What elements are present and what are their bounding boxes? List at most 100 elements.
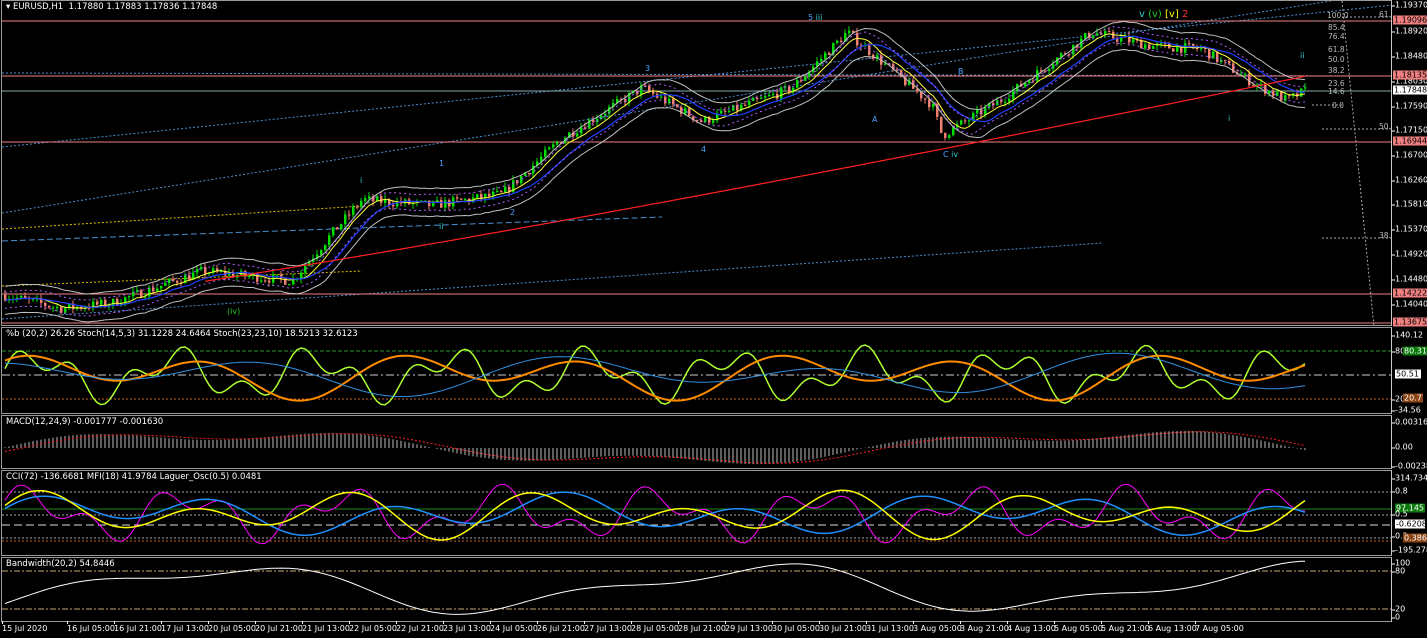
candle-body [332,227,335,236]
cci-panel[interactable]: CCI(72) -136.6681 MFI(18) 41.9784 Laguer… [1,470,1392,556]
bw-tick: 0 [1391,612,1401,622]
candle-body [300,272,303,279]
time-label: 26 Jul 21:00 [537,621,585,633]
candle-body [1044,70,1047,72]
candle-body [392,204,395,207]
candle-body [1004,101,1007,103]
price-tick: 1.14040 [1391,299,1427,309]
candle-body [260,280,263,282]
candle-body [1052,64,1055,69]
level-tag: 1.13675 [1393,317,1427,327]
candle-body [1172,48,1175,52]
bandwidth-title: Bandwidth(20,2) 54.8446 [6,559,115,569]
wave-label: 5 iii [808,13,823,22]
candle-body [1148,44,1151,49]
candle-body [660,96,663,98]
candle-body [1008,98,1011,102]
candle-body [264,280,267,282]
macd-panel[interactable]: MACD(12,24,9) -0.001777 -0.001630 [1,415,1392,469]
collapse-triangle-icon[interactable]: ▾ [6,2,13,12]
time-label: 22 Jul 21:00 [396,621,444,633]
fib-label: 61.8 [1379,10,1391,19]
candle-body [552,144,555,148]
candle-body [504,186,507,193]
price-chart-canvas [2,1,1391,325]
fib-label: 76.4 [1328,32,1345,41]
candle-body [444,200,447,208]
candle-body [764,96,767,98]
candle-body [556,142,559,145]
price-tick: 1.16260 [1391,175,1427,185]
time-label: 24 Jul 05:00 [490,621,538,633]
fib-label: 0.0 [1332,101,1344,110]
time-label: 27 Jul 13:00 [584,621,632,633]
time-label: 28 Jul 21:00 [678,621,726,633]
time-label: 16 Jul 05:00 [67,621,115,633]
candle-body [724,110,727,112]
candle-body [728,110,731,112]
level-tag: 1.19096 [1393,15,1427,25]
time-label: 3 Aug 05:00 [913,621,962,633]
wave-label: ii [1300,51,1305,60]
stochastic-panel[interactable]: %b (20,2) 26.26 Stoch(14,5,3) 31.1228 24… [1,327,1392,414]
price-axis[interactable]: 1.19370 1.18920 1.18480 1.18030 1.17590 … [1391,0,1427,622]
macd-signal-line [4,431,1306,464]
cci-title: CCI(72) -136.6681 MFI(18) 41.9784 Laguer… [6,472,262,482]
time-label: 17 Jul 13:00 [161,621,209,633]
level-tag: 1.14222 [1393,288,1427,298]
candle-body [1280,91,1283,101]
candle-body [1100,33,1103,35]
candle-body [972,113,975,121]
macd-tick: 0.003167 [1391,418,1427,427]
candle-body [840,40,843,42]
candle-body [44,302,47,306]
time-label: 5 Aug 21:00 [1101,621,1150,633]
candle-body [336,227,339,230]
candle-body [1176,46,1179,52]
candle-body [648,86,651,92]
stoch-tag: 80.31 [1403,346,1427,356]
candle-body [1032,80,1035,82]
candle-body [368,196,371,199]
time-label: 4 Aug 13:00 [1007,621,1056,633]
time-label: 16 Jul 21:00 [114,621,162,633]
candle-body [824,53,827,60]
candle-body [1108,31,1111,33]
price-tick: 1.15370 [1391,224,1427,234]
price-tick: 1.17150 [1391,125,1427,135]
candle-body [688,108,691,116]
candle-body [364,198,367,201]
candle-body [1252,85,1255,87]
candle-body [520,175,523,184]
envelope-upper [4,26,1306,301]
bollinger-upper [4,20,1306,295]
candle-body [456,197,459,199]
fib-label: 14.6 [1328,87,1345,96]
candle-body [344,214,347,225]
main-chart[interactable]: ▾ EURUSD,H1 1.17880 1.17883 1.17836 1.17… [1,0,1392,326]
price-tick: 1.14920 [1391,249,1427,259]
time-label: 7 Aug 05:00 [1195,621,1244,633]
candle-body [532,165,535,174]
symbol: EURUSD,H1 [12,2,64,12]
candle-body [488,193,491,197]
candle-body [1012,90,1015,99]
candle-body [940,116,943,133]
candle-body [436,200,439,202]
bandwidth-panel[interactable]: Bandwidth(20,2) 54.8446 [1,557,1392,622]
candle-body [1288,95,1291,97]
candle-body [64,308,67,313]
candle-body [1084,33,1087,39]
fib-label: 85.4 [1328,23,1345,32]
ohlc-values: 1.17880 1.17883 1.17836 1.17848 [68,2,218,12]
time-label: 20 Jul 05:00 [208,621,256,633]
candle-body [276,274,279,276]
candle-body [48,305,51,308]
time-label: 22 Jul 05:00 [349,621,397,633]
candle-body [348,214,351,216]
bandwidth-canvas [2,560,1391,615]
price-tick: 1.19370 [1391,0,1427,10]
stoch-tick: 140.12 [1392,330,1423,340]
stoch-title: %b (20,2) 26.26 Stoch(14,5,3) 31.1228 24… [6,329,358,339]
wave-label: 4 [701,145,707,154]
